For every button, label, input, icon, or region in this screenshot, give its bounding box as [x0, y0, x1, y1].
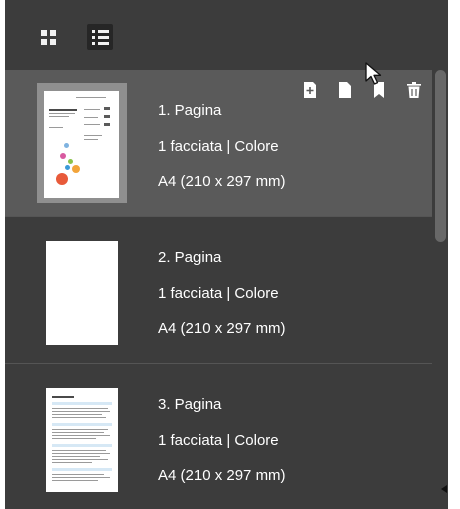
view-toolbar: [5, 0, 448, 70]
grid-view-button[interactable]: [35, 24, 61, 50]
page-item-1[interactable]: 1. Pagina 1 facciata | Colore A4 (210 x …: [5, 70, 432, 216]
page-icon[interactable]: [338, 82, 352, 98]
scrollbar-thumb[interactable]: [435, 70, 446, 242]
page-item-2[interactable]: 2. Pagina 1 facciata | Colore A4 (210 x …: [5, 217, 432, 363]
page-size: A4 (210 x 297 mm): [158, 173, 286, 190]
trash-icon[interactable]: [407, 82, 421, 98]
scrollbar-track[interactable]: [432, 70, 448, 509]
page-sides: 1 facciata | Colore: [158, 432, 279, 449]
page-title: 1. Pagina: [158, 102, 222, 119]
page-thumbnail-2: [46, 241, 118, 345]
page-title: 2. Pagina: [158, 249, 222, 266]
page-actions: [303, 82, 421, 98]
mouse-cursor-icon: [365, 62, 382, 85]
page-size: A4 (210 x 297 mm): [158, 467, 286, 484]
grid-icon: [40, 29, 56, 45]
page-sides: 1 facciata | Colore: [158, 138, 279, 155]
scroll-arrow-icon[interactable]: [441, 485, 447, 493]
page-item-3[interactable]: 3. Pagina 1 facciata | Colore A4 (210 x …: [5, 364, 432, 509]
page-title: 3. Pagina: [158, 396, 222, 413]
list-icon: [91, 29, 109, 45]
page-sides: 1 facciata | Colore: [158, 285, 279, 302]
page-thumbnail-3: [46, 388, 118, 492]
add-page-icon[interactable]: [303, 82, 317, 98]
pages-panel: 1. Pagina 1 facciata | Colore A4 (210 x …: [5, 0, 448, 509]
page-thumbnail-1: [44, 91, 119, 198]
list-view-button[interactable]: [87, 24, 113, 50]
page-size: A4 (210 x 297 mm): [158, 320, 286, 337]
